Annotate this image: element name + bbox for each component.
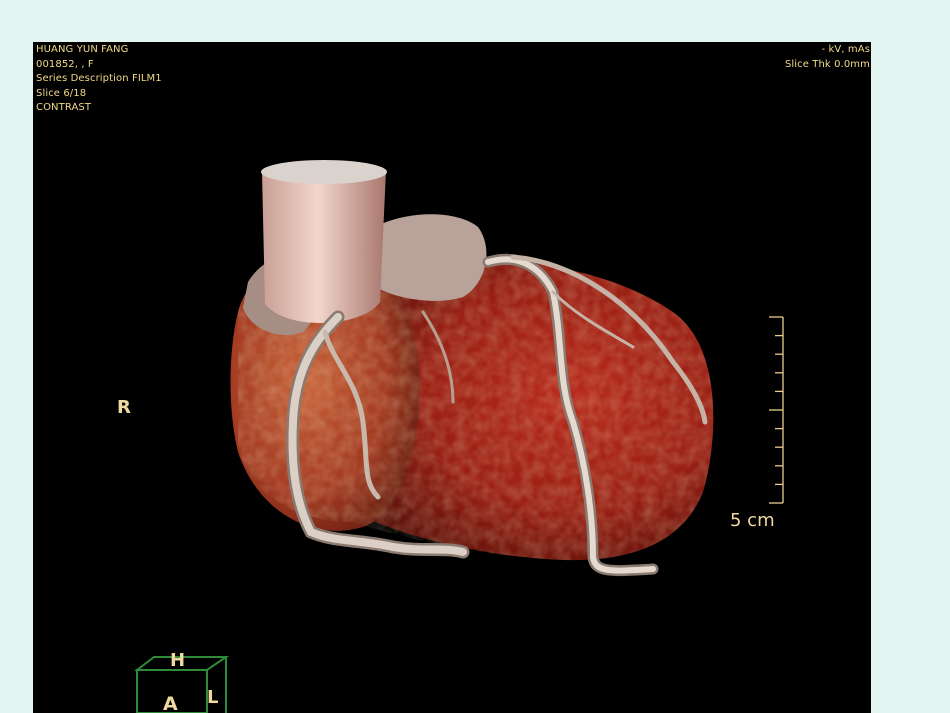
scale-bar bbox=[769, 316, 784, 504]
cube-label-head: H bbox=[170, 650, 186, 671]
slice-thickness: Slice Thk 0.0mm bbox=[784, 58, 870, 70]
kv-mas: - kV, mAs bbox=[821, 44, 870, 55]
orientation-marker-right: R bbox=[117, 397, 131, 418]
patient-info-overlay: HUANG YUN FANG 001852, , F Series Descri… bbox=[36, 43, 162, 116]
aorta-cut-surface bbox=[261, 160, 387, 184]
acquisition-overlay: - kV, mAs Slice Thk 0.0mm bbox=[785, 43, 870, 72]
volume-render-viewport[interactable]: HUANG YUN FANG 001852, , F Series Descri… bbox=[33, 42, 871, 713]
scale-bar-label: 5 cm bbox=[730, 510, 775, 531]
series-description: Series Description FILM1 bbox=[36, 73, 162, 84]
patient-id: 001852, , F bbox=[36, 58, 94, 70]
heart-volume-render bbox=[134, 160, 784, 713]
aorta-shape bbox=[262, 164, 386, 323]
cube-label-left: L bbox=[207, 687, 219, 708]
patient-name: HUANG YUN FANG bbox=[36, 44, 129, 55]
contrast-label: CONTRAST bbox=[36, 102, 92, 113]
slice-index: Slice 6/18 bbox=[36, 87, 87, 99]
cube-label-anterior: A bbox=[163, 693, 178, 713]
